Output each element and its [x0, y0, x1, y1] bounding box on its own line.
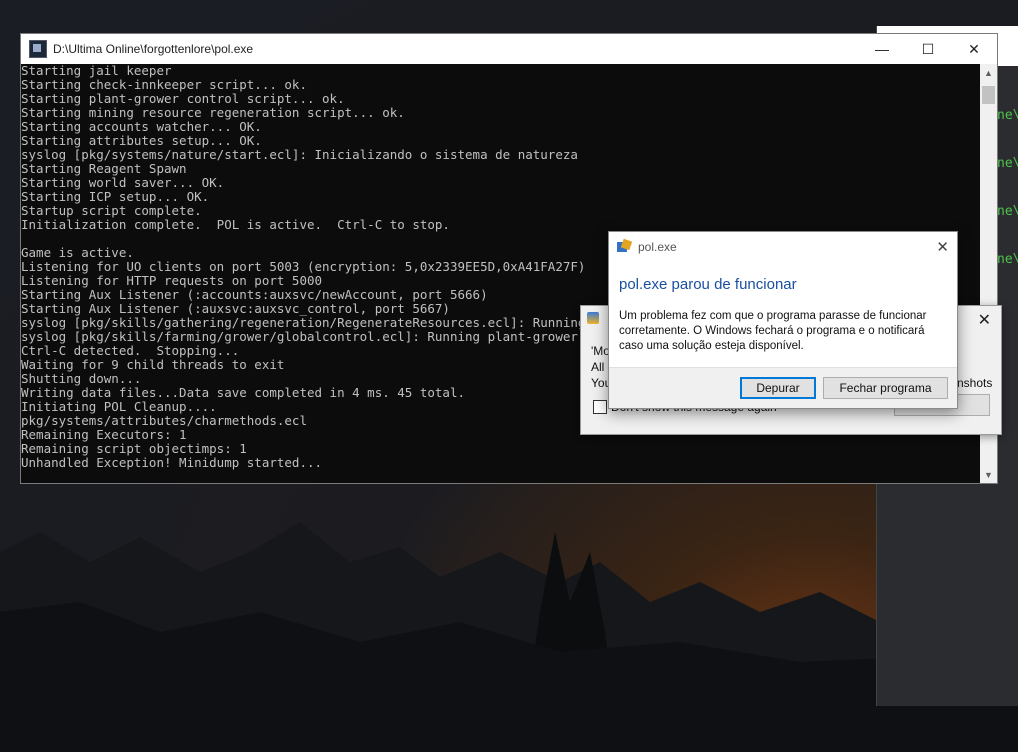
error-dialog-footer: Depurar Fechar programa: [609, 367, 957, 408]
dialog-app-icon: [587, 312, 599, 324]
scroll-down-arrow-icon[interactable]: ▼: [980, 466, 997, 483]
scroll-thumb[interactable]: [982, 86, 995, 104]
background-dialog-text: All: [591, 360, 605, 374]
background-text-fragment: ne\: [997, 156, 1018, 171]
maximize-button[interactable]: ☐: [905, 34, 951, 64]
close-program-button[interactable]: Fechar programa: [823, 377, 948, 399]
windows-error-icon: [617, 240, 631, 254]
minimize-button[interactable]: —: [859, 34, 905, 64]
background-text-fragment: ne\: [997, 204, 1018, 219]
close-button[interactable]: ✕: [951, 34, 997, 64]
close-icon[interactable]: ✕: [936, 238, 949, 256]
background-dialog-text: nshots: [957, 376, 993, 390]
error-message: Um problema fez com que o programa paras…: [619, 310, 927, 352]
scroll-up-arrow-icon[interactable]: ▲: [980, 64, 997, 81]
mountain-silhouette: [0, 522, 1018, 752]
error-dialog[interactable]: pol.exe ✕ pol.exe parou de funcionar Um …: [608, 231, 958, 409]
console-title: D:\Ultima Online\forgottenlore\pol.exe: [53, 42, 254, 56]
error-dialog-titlebar[interactable]: pol.exe ✕: [609, 232, 957, 262]
error-dialog-title: pol.exe: [638, 240, 677, 254]
console-titlebar[interactable]: D:\Ultima Online\forgottenlore\pol.exe —…: [21, 34, 997, 64]
console-app-icon[interactable]: [29, 40, 47, 58]
background-text-fragment: ne\: [997, 252, 1018, 267]
background-dialog-close-button[interactable]: ✕: [978, 310, 991, 330]
dont-show-checkbox[interactable]: [593, 400, 607, 414]
error-headline: pol.exe parou de funcionar: [619, 276, 797, 293]
background-text-fragment: ne\: [997, 108, 1018, 123]
debug-button[interactable]: Depurar: [740, 377, 816, 399]
